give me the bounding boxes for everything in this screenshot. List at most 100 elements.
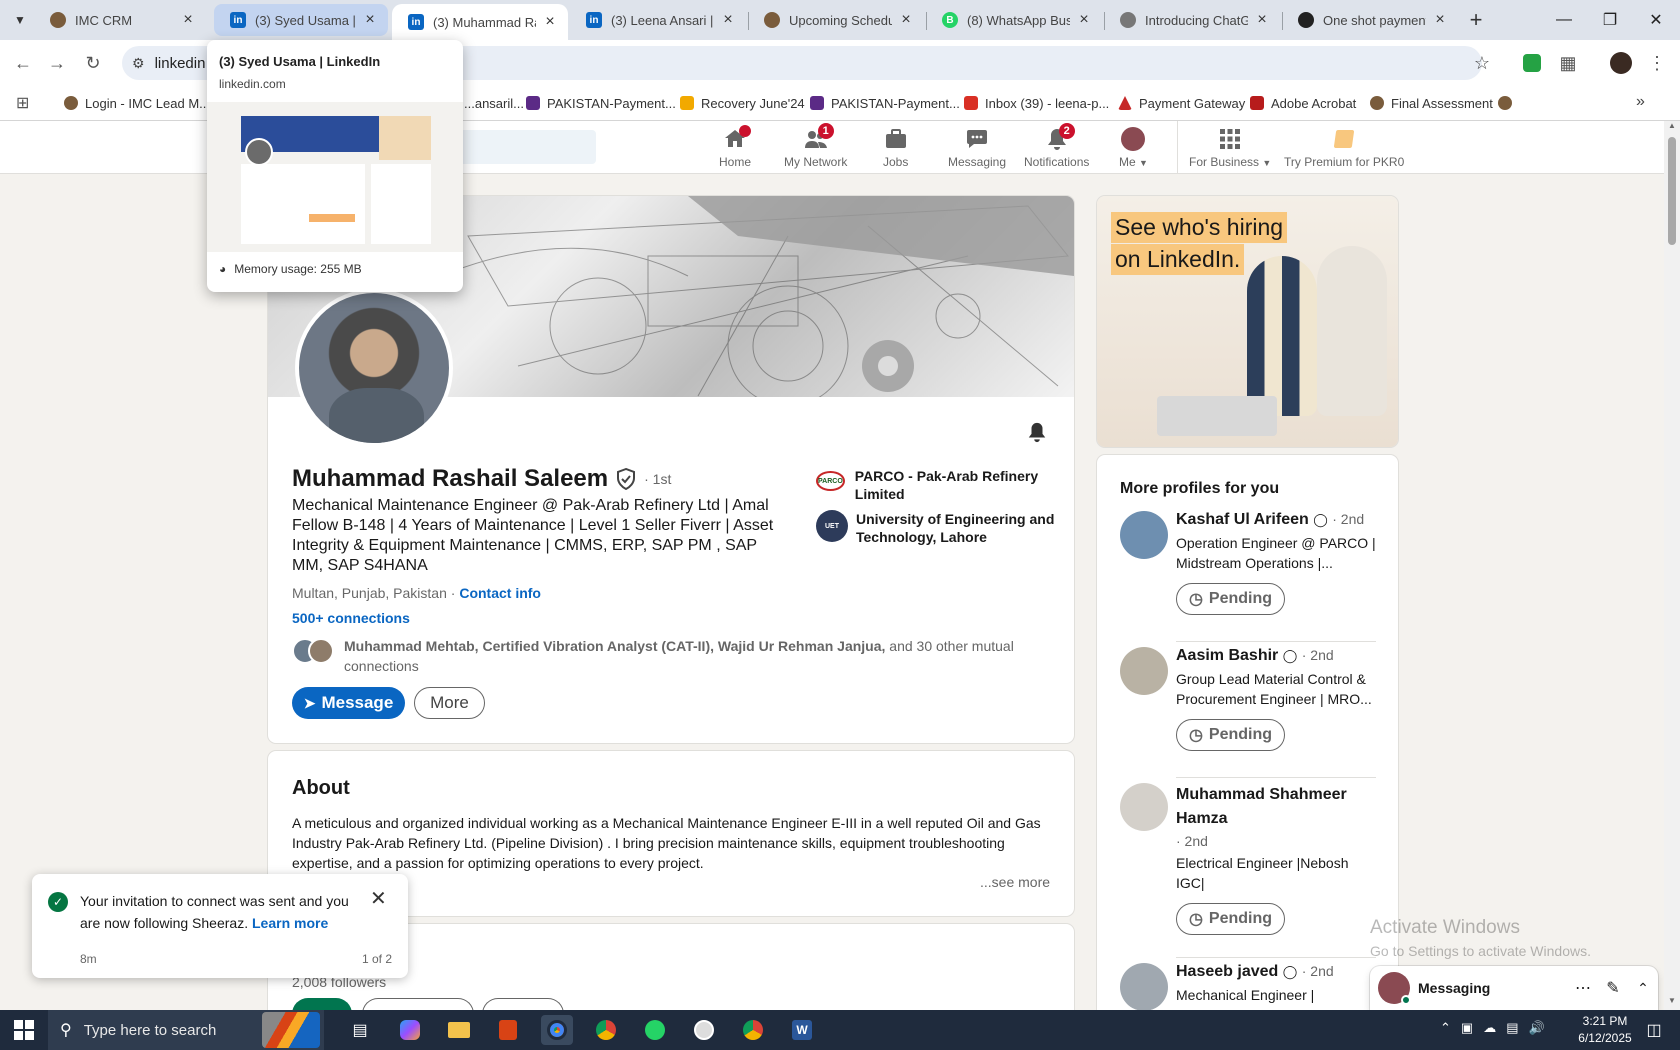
notification-center-button[interactable]: ◫ xyxy=(1638,1015,1670,1045)
close-icon[interactable]: × xyxy=(898,11,914,29)
chrome-other-button[interactable] xyxy=(737,1015,769,1045)
copilot-button[interactable] xyxy=(394,1015,426,1045)
apps-button[interactable]: ⊞ xyxy=(16,93,29,113)
profile-suggestion[interactable]: Aasim Bashir ◯ · 2nd Group Lead Material… xyxy=(1120,647,1378,751)
pending-button[interactable]: ◷ Pending xyxy=(1176,903,1285,935)
back-button[interactable]: ← xyxy=(8,48,38,78)
onedrive-icon[interactable]: ☁ xyxy=(1483,1020,1496,1036)
file-explorer-button[interactable] xyxy=(443,1015,475,1045)
close-icon[interactable]: × xyxy=(1254,11,1270,29)
restore-button[interactable]: ❐ xyxy=(1586,0,1634,40)
pending-button[interactable]: ◷ Pending xyxy=(1176,719,1285,751)
close-icon[interactable]: × xyxy=(180,11,196,29)
close-icon[interactable]: ✕ xyxy=(370,886,387,911)
bookmarks-overflow-button[interactable]: » xyxy=(1636,93,1645,111)
tab-whatsapp-business[interactable]: B (8) WhatsApp Business × xyxy=(926,4,1102,36)
site-info-icon[interactable]: ⚙ xyxy=(132,55,145,72)
nav-notifications[interactable]: 2 Notifications xyxy=(1024,123,1089,169)
bookmark-item[interactable]: Adobe Acrobat xyxy=(1250,93,1356,113)
nav-jobs[interactable]: Jobs xyxy=(883,127,908,169)
profile-button[interactable] xyxy=(1606,48,1636,78)
chrome-menu-button[interactable]: ⋮ xyxy=(1642,48,1672,78)
chrome-profile-button[interactable] xyxy=(590,1015,622,1045)
bookmark-item[interactable]: Recovery June'24 xyxy=(680,93,805,113)
tab-leena-ansari[interactable]: in (3) Leena Ansari | LinkedIn × xyxy=(570,4,746,36)
nav-for-business[interactable]: For Business ▼ xyxy=(1189,127,1271,169)
bookmark-item[interactable]: Final Assessment xyxy=(1370,93,1493,113)
see-more-link[interactable]: ...see more xyxy=(980,874,1050,890)
pending-button[interactable]: ◷ Pending xyxy=(1176,583,1285,615)
close-icon[interactable]: × xyxy=(1432,11,1448,29)
start-button[interactable] xyxy=(8,1015,40,1045)
connection-degree: · 2nd xyxy=(1301,647,1334,663)
tab-upcoming-schedule[interactable]: Upcoming Schedule × xyxy=(748,4,924,36)
page-scrollbar[interactable]: ▲ ▼ xyxy=(1664,121,1680,1010)
tab-introducing-chatgpt[interactable]: Introducing ChatGPT × xyxy=(1104,4,1280,36)
bookmark-item[interactable]: PAKISTAN-Payment... xyxy=(810,93,960,113)
bookmark-item[interactable]: Inbox (39) - leena-p... xyxy=(964,93,1109,113)
minimize-button[interactable]: — xyxy=(1540,0,1588,40)
bell-icon[interactable] xyxy=(1026,420,1048,449)
nav-home[interactable]: Home xyxy=(719,125,751,169)
gauge-icon: ◕ xyxy=(219,262,227,276)
experience-item[interactable]: PARCO PARCO - Pak-Arab Refinery Limited xyxy=(816,467,1056,503)
volume-icon[interactable]: 🔊 xyxy=(1529,1020,1545,1036)
nav-messaging[interactable]: Messaging xyxy=(948,127,1006,169)
extension-whatsapp-button[interactable] xyxy=(1517,48,1547,78)
taskbar-search[interactable]: ⚲ Type here to search xyxy=(48,1010,324,1050)
ellipsis-icon[interactable]: ⋯ xyxy=(1568,978,1598,998)
bookmark-item[interactable] xyxy=(1498,93,1519,113)
education-item[interactable]: UET University of Engineering and Techno… xyxy=(816,510,1056,546)
scrollbar-thumb[interactable] xyxy=(1668,137,1676,245)
more-button[interactable]: More xyxy=(414,687,485,719)
profile-suggestion[interactable]: Kashaf Ul Arifeen ◯ · 2nd Operation Engi… xyxy=(1120,511,1378,615)
taskbar-clock[interactable]: 3:21 PM 6/12/2025 xyxy=(1576,1013,1634,1047)
tab-one-shot-payment[interactable]: One shot payment × xyxy=(1282,4,1458,36)
close-icon[interactable]: × xyxy=(542,13,558,31)
profile-suggestion[interactable]: Muhammad Shahmeer Hamza · 2nd Electrical… xyxy=(1120,783,1378,935)
whatsapp-button[interactable] xyxy=(639,1015,671,1045)
forward-button[interactable]: → xyxy=(42,48,72,78)
tab-search-button[interactable]: ▼ xyxy=(8,8,32,32)
word-button[interactable]: W xyxy=(786,1015,818,1045)
close-window-button[interactable]: ✕ xyxy=(1632,0,1680,40)
nav-try-premium[interactable]: Try Premium for PKR0 xyxy=(1284,127,1404,169)
scroll-down-arrow[interactable]: ▼ xyxy=(1664,996,1680,1010)
task-view-button[interactable]: ▤ xyxy=(344,1015,376,1045)
meet-now-icon[interactable]: ▣ xyxy=(1461,1020,1473,1036)
bookmark-star-button[interactable]: ☆ xyxy=(1467,48,1497,78)
app-button[interactable] xyxy=(492,1015,524,1045)
contact-info-link[interactable]: Contact info xyxy=(459,585,541,601)
network-icon[interactable]: ▤ xyxy=(1506,1020,1518,1036)
chevron-up-icon[interactable]: ⌃ xyxy=(1440,1020,1451,1036)
profile-photo[interactable] xyxy=(295,289,453,447)
crm-button[interactable] xyxy=(688,1015,720,1045)
tab-syed-usama[interactable]: in (3) Syed Usama | LinkedIn × xyxy=(214,4,388,36)
bookmark-item[interactable]: ...ansaril... xyxy=(464,93,524,113)
message-button[interactable]: ➤ Message xyxy=(292,687,405,719)
reload-button[interactable]: ↻ xyxy=(78,48,108,78)
close-icon[interactable]: × xyxy=(362,11,378,29)
tab-imc-crm[interactable]: IMC CRM × xyxy=(34,4,206,36)
messaging-widget[interactable]: Messaging ⋯ ✎ ⌃ xyxy=(1370,966,1658,1010)
linkedin-search-input[interactable] xyxy=(440,130,596,164)
scroll-up-arrow[interactable]: ▲ xyxy=(1664,121,1680,135)
bookmark-item[interactable]: Login - IMC Lead M... xyxy=(64,93,210,113)
nav-me[interactable]: Me ▼ xyxy=(1119,127,1148,169)
learn-more-link[interactable]: Learn more xyxy=(252,915,328,931)
close-icon[interactable]: × xyxy=(1076,11,1092,29)
close-icon[interactable]: × xyxy=(720,11,736,29)
chrome-button[interactable] xyxy=(541,1015,573,1045)
connections-link[interactable]: 500+ connections xyxy=(292,610,410,626)
extensions-button[interactable]: ▦ xyxy=(1553,48,1583,78)
nav-my-network[interactable]: 1 My Network xyxy=(784,123,847,169)
bookmark-item[interactable]: PAKISTAN-Payment... xyxy=(526,93,676,113)
bookmark-item[interactable]: Payment Gateway xyxy=(1118,93,1245,113)
profile-suggestion[interactable]: Haseeb javed ◯ · 2nd Mechanical Engineer… xyxy=(1120,963,1378,1011)
chevron-up-icon[interactable]: ⌃ xyxy=(1628,980,1658,997)
new-tab-button[interactable]: + xyxy=(1462,6,1490,34)
hiring-ad[interactable]: See who's hiring on LinkedIn. xyxy=(1097,196,1398,447)
mutual-connections[interactable]: Muhammad Mehtab, Certified Vibration Ana… xyxy=(292,636,1032,676)
tab-muhammad-rashail[interactable]: in (3) Muhammad Rashail Saleem | LinkedI… xyxy=(392,4,568,40)
compose-icon[interactable]: ✎ xyxy=(1598,978,1628,998)
